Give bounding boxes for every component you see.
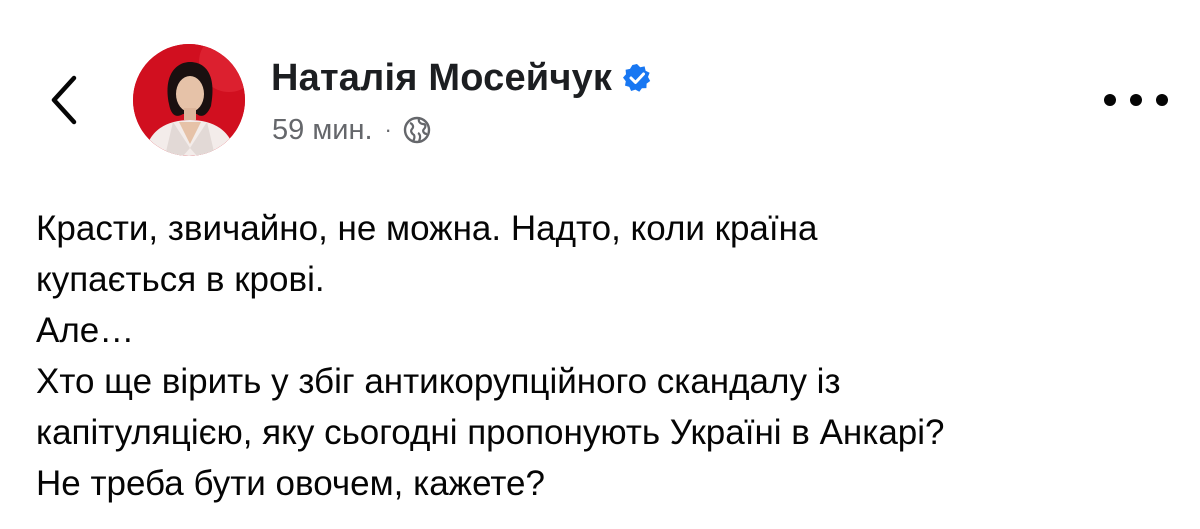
post-paragraph: Красти, звичайно, не можна. Надто, коли … — [36, 209, 818, 299]
more-horizontal-icon-dot — [1130, 94, 1142, 106]
author-name[interactable]: Наталія Мосейчук — [271, 57, 612, 100]
more-horizontal-icon-dot — [1104, 94, 1116, 106]
meta-separator: · — [384, 117, 392, 142]
more-options-button[interactable] — [1104, 82, 1168, 118]
author-row: Наталія Мосейчук — [271, 56, 652, 100]
post-timestamp[interactable]: 59 мин. — [272, 114, 373, 147]
post-meta: 59 мин. · — [272, 112, 432, 148]
globe-icon — [402, 115, 432, 145]
post-paragraph: Хто ще вірить у збіг антикорупційного ск… — [36, 362, 945, 452]
post-header: Наталія Мосейчук 59 мин. · — [0, 0, 1200, 180]
post-body: Красти, звичайно, не можна. Надто, коли … — [36, 203, 1176, 509]
post-paragraph: Але… — [36, 311, 135, 350]
chevron-left-icon — [51, 75, 77, 125]
back-button[interactable] — [44, 72, 84, 128]
post-paragraph: Не треба бути овочем, кажете? — [36, 464, 545, 503]
avatar[interactable] — [133, 44, 245, 156]
more-horizontal-icon-dot — [1156, 94, 1168, 106]
avatar-image — [133, 44, 245, 156]
verified-badge-icon — [622, 63, 652, 93]
